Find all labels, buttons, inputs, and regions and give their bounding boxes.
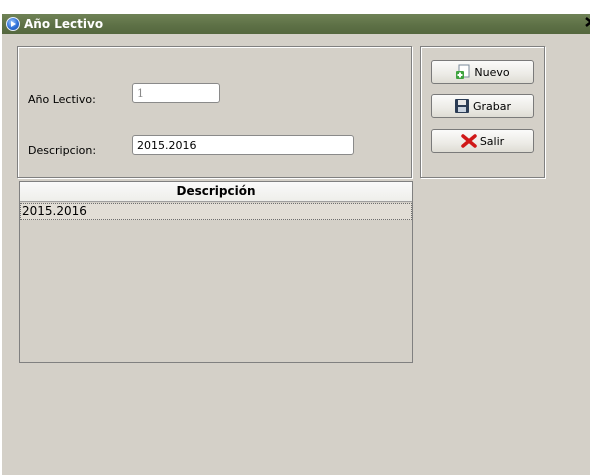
description-table: Descripción 2015.2016	[19, 181, 413, 363]
app-circle-icon	[6, 17, 20, 31]
grabar-label: Grabar	[472, 99, 512, 113]
window-title: Año Lectivo	[24, 17, 104, 31]
salir-label: Salir	[479, 134, 505, 148]
close-icon[interactable]	[585, 16, 590, 32]
column-header-descripcion[interactable]: Descripción	[20, 182, 412, 202]
table-row[interactable]: 2015.2016	[20, 203, 412, 220]
nuevo-label: Nuevo	[474, 65, 510, 79]
description-label: Descripcion:	[28, 144, 97, 157]
floppy-disk-icon	[454, 98, 470, 114]
nuevo-button[interactable]: Nuevo	[431, 60, 534, 84]
description-field[interactable]	[132, 135, 354, 155]
button-panel: Nuevo Grabar Salir	[420, 46, 545, 178]
ano-lectivo-window: Año Lectivo Año Lectivo: Descripcion: Nu…	[2, 14, 590, 475]
year-label: Año Lectivo:	[28, 93, 96, 106]
grabar-button[interactable]: Grabar	[431, 94, 534, 118]
form-panel: Año Lectivo: Descripcion:	[17, 46, 412, 178]
new-document-icon	[455, 64, 471, 80]
title-bar[interactable]: Año Lectivo	[2, 14, 590, 34]
salir-button[interactable]: Salir	[431, 129, 534, 153]
year-field[interactable]	[132, 83, 220, 103]
red-x-icon	[461, 133, 477, 149]
